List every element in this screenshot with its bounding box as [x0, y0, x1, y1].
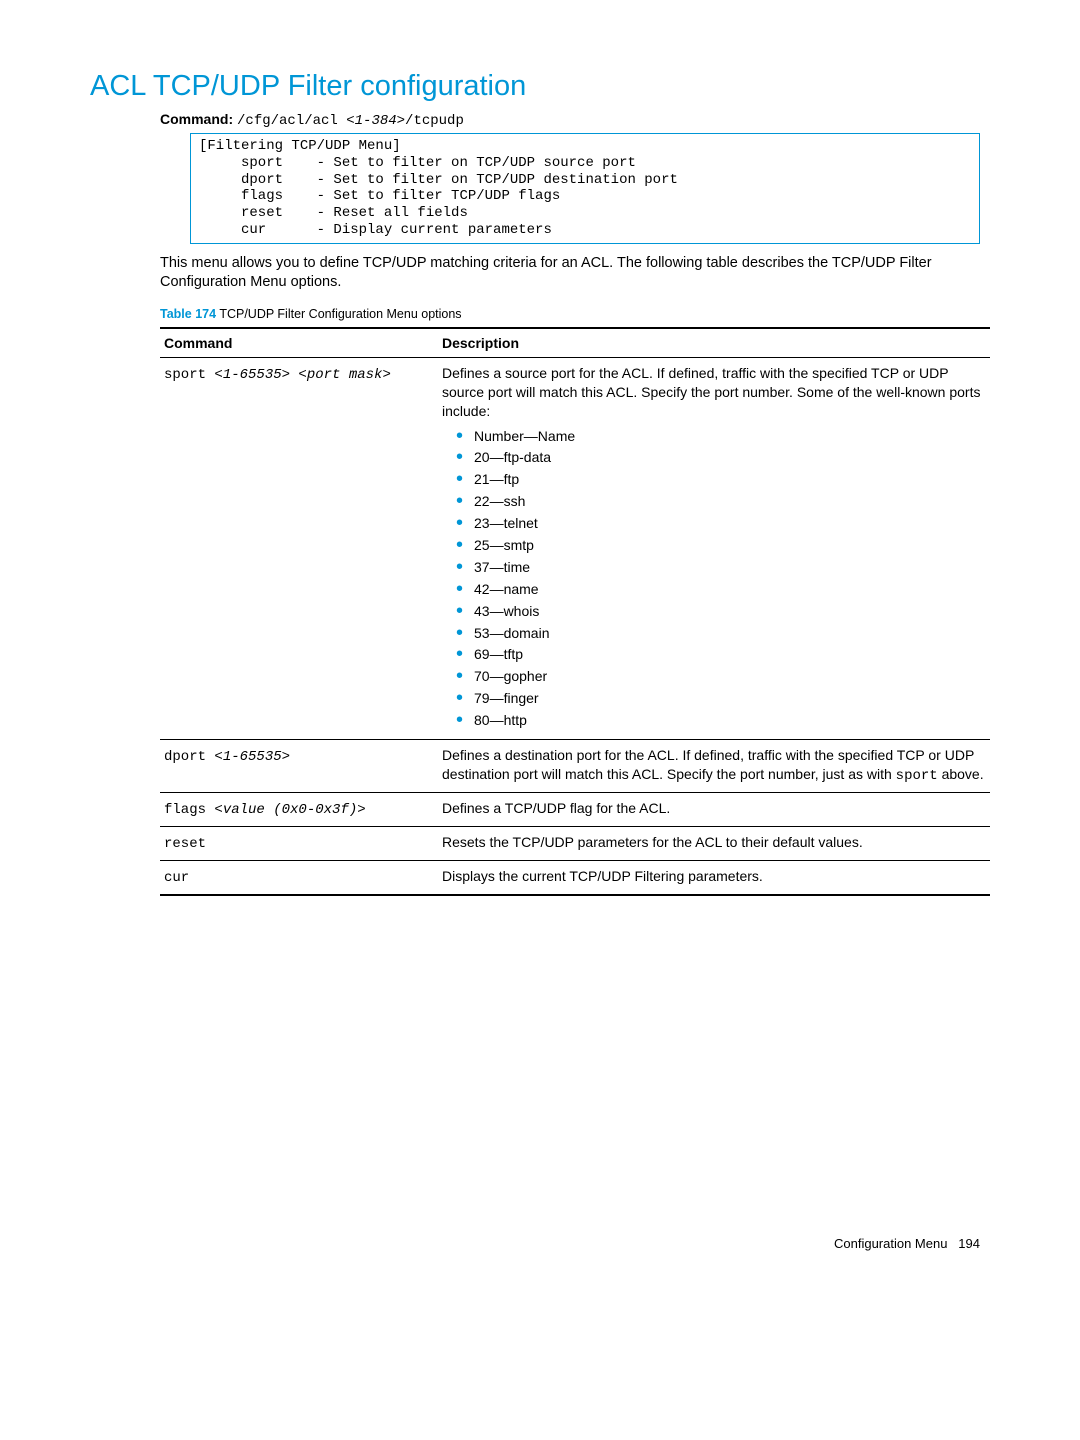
command-path: /cfg/acl/acl: [237, 113, 346, 129]
command-arg: <1-384>: [346, 113, 405, 129]
options-table: Command Description sport <1-65535> <por…: [160, 327, 990, 896]
page-title: ACL TCP/UDP Filter configuration: [90, 70, 990, 103]
cmd-prefix: dport: [164, 749, 214, 765]
table-caption: Table 174 TCP/UDP Filter Configuration M…: [160, 307, 990, 321]
list-item: 37—time: [456, 558, 986, 577]
list-item: 70—gopher: [456, 667, 986, 686]
cmd-prefix: cur: [164, 870, 189, 886]
cmd-arg: <1-65535>: [214, 749, 290, 765]
list-item: 21—ftp: [456, 470, 986, 489]
desc-pre: Defines a source port for the ACL. If de…: [442, 365, 980, 419]
cmd-prefix: sport: [164, 367, 214, 383]
list-item: 79—finger: [456, 689, 986, 708]
table-row: dport <1-65535> Defines a destination po…: [160, 740, 990, 793]
ports-list: Number—Name 20—ftp-data 21—ftp 22—ssh 23…: [456, 427, 986, 730]
table-row: flags <value (0x0-0x3f)> Defines a TCP/U…: [160, 792, 990, 826]
footer-label: Configuration Menu: [834, 1236, 947, 1251]
table-row: reset Resets the TCP/UDP parameters for …: [160, 826, 990, 860]
footer-page: 194: [958, 1236, 980, 1251]
cmd-arg: <1-65535> <port mask>: [214, 367, 390, 383]
menu-box: [Filtering TCP/UDP Menu] sport - Set to …: [190, 133, 980, 244]
list-item: 53—domain: [456, 624, 986, 643]
desc: Defines a TCP/UDP flag for the ACL.: [438, 792, 990, 826]
cmd-arg: <value (0x0-0x3f)>: [214, 802, 365, 818]
command-suffix: /tcpudp: [405, 113, 464, 129]
table-row: sport <1-65535> <port mask> Defines a so…: [160, 357, 990, 739]
header-command: Command: [160, 328, 438, 358]
desc: Resets the TCP/UDP parameters for the AC…: [438, 826, 990, 860]
command-label: Command:: [160, 111, 233, 127]
cmd-prefix: flags: [164, 802, 214, 818]
desc-part: above.: [938, 766, 984, 782]
list-item: Number—Name: [456, 427, 986, 446]
desc-mono: sport: [896, 768, 938, 784]
desc-part: Defines a destination port for the ACL. …: [442, 747, 974, 782]
table-number: Table 174: [160, 307, 216, 321]
list-item: 42—name: [456, 580, 986, 599]
table-row: cur Displays the current TCP/UDP Filteri…: [160, 860, 990, 894]
desc: Displays the current TCP/UDP Filtering p…: [438, 860, 990, 894]
list-item: 22—ssh: [456, 492, 986, 511]
command-line: Command: /cfg/acl/acl <1-384>/tcpudp: [160, 111, 990, 129]
list-item: 25—smtp: [456, 536, 986, 555]
cmd-prefix: reset: [164, 836, 206, 852]
list-item: 80—http: [456, 711, 986, 730]
intro-text: This menu allows you to define TCP/UDP m…: [160, 254, 980, 293]
list-item: 43—whois: [456, 602, 986, 621]
list-item: 69—tftp: [456, 645, 986, 664]
list-item: 23—telnet: [456, 514, 986, 533]
page-footer: Configuration Menu 194: [90, 1236, 980, 1251]
list-item: 20—ftp-data: [456, 448, 986, 467]
table-caption-text: TCP/UDP Filter Configuration Menu option…: [219, 307, 461, 321]
header-description: Description: [438, 328, 990, 358]
